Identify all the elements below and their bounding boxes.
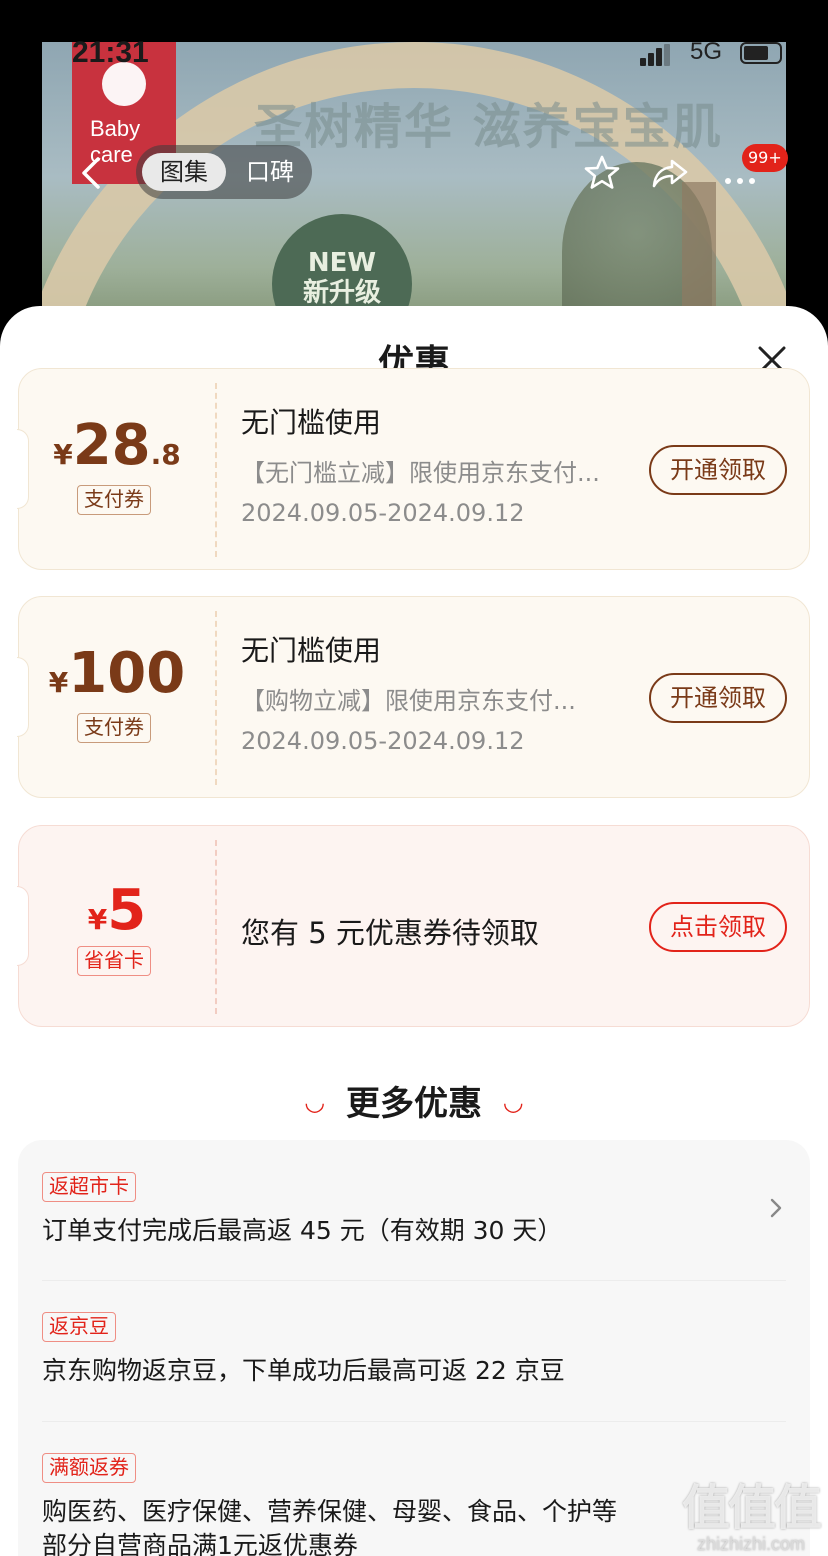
product-page-backdrop: 圣树精华 滋养宝宝肌 Baby care NEW 新升级 21:31 5G 图集…: [0, 0, 828, 340]
coupon-description: 【购物立减】限使用京东支付...: [241, 687, 576, 715]
discount-row-jingdou: 返京豆 京东购物返京豆，下单成功后最高可返 22 京豆: [42, 1312, 786, 1388]
coupon-description: 【无门槛立减】限使用京东支付...: [241, 459, 600, 487]
coupon-type-tag: 支付券: [77, 713, 151, 743]
coupon-card: ¥28.8 支付券 无门槛使用 【无门槛立减】限使用京东支付... 2024.0…: [17, 368, 810, 570]
coupon-divider: [215, 840, 217, 1014]
amount-integer: 5: [107, 878, 147, 943]
site-watermark: 值值值 zhizhizhi.com: [676, 1468, 826, 1555]
product-navbar: 图集 口碑: [0, 145, 828, 201]
currency-symbol: ¥: [53, 438, 73, 471]
savings-card-coupon: ¥5 省省卡 您有 5 元优惠券待领取 点击领取: [17, 825, 810, 1027]
claim-coupon-button[interactable]: 开通领取: [649, 673, 787, 723]
discount-text: 订单支付完成后最高返 45 元（有效期 30 天）: [42, 1216, 563, 1245]
amount-integer: 28: [72, 413, 151, 478]
discount-row-coupon-return: 满额返券 购医药、医疗保健、营养保健、母婴、食品、个护等 部分自营商品满1元返优…: [42, 1453, 786, 1556]
tab-reviews[interactable]: 口碑: [232, 153, 308, 191]
status-bar: 21:31 5G: [0, 36, 828, 72]
discount-text: 购医药、医疗保健、营养保健、母婴、食品、个护等: [42, 1497, 618, 1526]
discount-text: 京东购物返京豆，下单成功后最高可返 22 京豆: [42, 1356, 565, 1385]
currency-symbol: ¥: [87, 903, 108, 936]
row-divider: [42, 1280, 786, 1281]
battery-icon: [740, 42, 782, 64]
coupon-validity: 2024.09.05-2024.09.12: [241, 499, 525, 527]
watermark-logo: 值值值: [681, 1482, 822, 1535]
more-discounts-heading: ◡ 更多优惠 ◡: [0, 1076, 828, 1125]
badge-line2: 新升级: [302, 278, 381, 308]
amount-integer: 100: [68, 641, 186, 706]
more-discounts-title: 更多优惠: [346, 1084, 482, 1124]
watermark-url: zhizhizhi.com: [696, 1534, 806, 1554]
claim-savings-button[interactable]: 点击领取: [649, 902, 787, 952]
coupon-amount: ¥100: [19, 641, 215, 706]
coupon-title: 无门槛使用: [241, 406, 382, 439]
coupon-message: 您有 5 元优惠券待领取: [241, 916, 539, 950]
chevron-right-icon[interactable]: [766, 1196, 786, 1220]
coupon-divider: [215, 611, 217, 785]
coupon-title: 无门槛使用: [241, 634, 382, 667]
back-arrow-icon[interactable]: [72, 151, 112, 195]
currency-symbol: ¥: [48, 666, 69, 699]
badge-line1: NEW: [307, 248, 377, 278]
smile-decoration-icon: ◡: [504, 1087, 523, 1116]
discount-tag: 满额返券: [42, 1453, 136, 1483]
star-favorite-icon[interactable]: [582, 153, 622, 193]
smile-decoration-icon: ◡: [305, 1087, 324, 1116]
share-icon[interactable]: [650, 153, 690, 193]
coupon-type-tag: 支付券: [77, 485, 151, 515]
message-count-badge: 99+: [742, 144, 788, 172]
signal-icon: [640, 44, 670, 66]
amount-decimal: .8: [150, 438, 181, 471]
row-divider: [42, 1421, 786, 1422]
discount-row-supermarket-card[interactable]: 返超市卡 订单支付完成后最高返 45 元（有效期 30 天）: [42, 1172, 786, 1248]
media-tab-switch: 图集 口碑: [136, 145, 312, 199]
coupon-divider: [215, 383, 217, 557]
discount-tag: 返超市卡: [42, 1172, 136, 1202]
coupon-type-tag: 省省卡: [77, 946, 151, 976]
discount-text-line2: 部分自营商品满1元返优惠券: [42, 1531, 358, 1556]
coupon-amount: ¥28.8: [19, 413, 215, 478]
coupon-card: ¥100 支付券 无门槛使用 【购物立减】限使用京东支付... 2024.09.…: [17, 596, 810, 798]
coupon-amount: ¥5: [19, 878, 215, 943]
discount-sheet: 优惠 ¥28.8 支付券 无门槛使用 【无门槛立减】限使用京东支付... 202…: [0, 306, 828, 1556]
coupon-validity: 2024.09.05-2024.09.12: [241, 727, 525, 755]
status-time: 21:31: [72, 36, 149, 69]
discount-tag: 返京豆: [42, 1312, 116, 1342]
tab-gallery[interactable]: 图集: [142, 153, 226, 191]
claim-coupon-button[interactable]: 开通领取: [649, 445, 787, 495]
network-type: 5G: [690, 38, 723, 65]
